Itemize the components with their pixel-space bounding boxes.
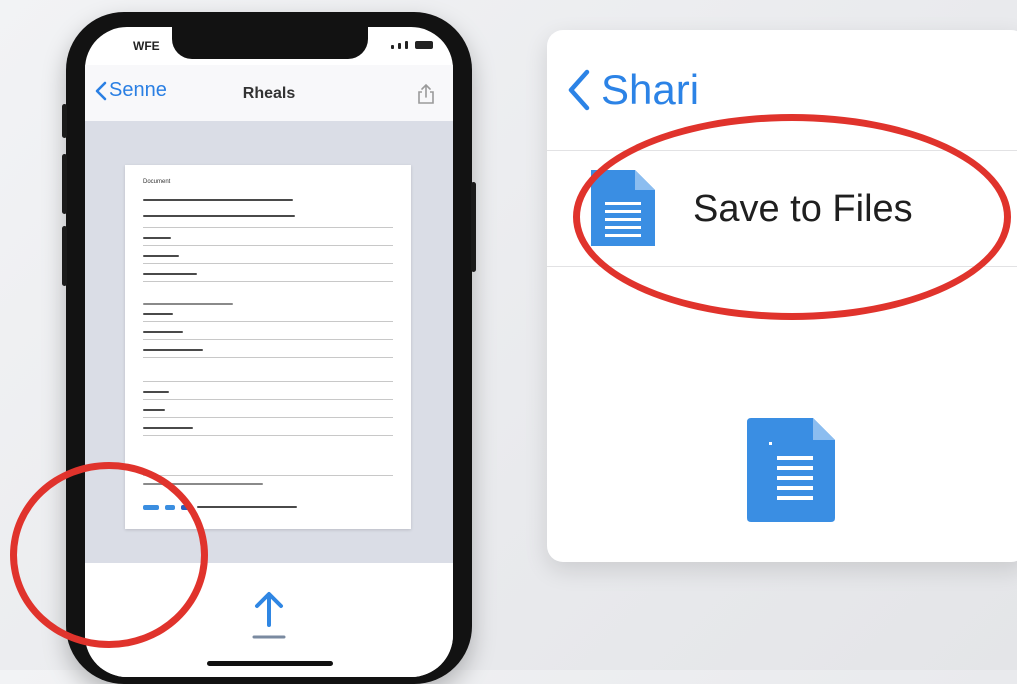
- document-rule: [143, 475, 393, 476]
- annotation-circle: [10, 462, 208, 648]
- document-rule: [143, 435, 393, 436]
- document-line: [143, 199, 293, 201]
- document-line: [143, 409, 165, 411]
- document-line: [143, 427, 193, 429]
- document-rule: [143, 227, 393, 228]
- document-rule: [143, 339, 393, 340]
- document-rule: [143, 321, 393, 322]
- home-indicator: [207, 661, 333, 666]
- volume-down-button: [62, 226, 67, 286]
- document-line: [143, 313, 173, 315]
- signal-icon-bar: [405, 41, 408, 49]
- document-rule: [143, 381, 393, 382]
- document-line: [143, 391, 169, 393]
- document-line: [143, 237, 171, 239]
- document-line: [143, 215, 295, 217]
- notch: [172, 27, 368, 59]
- document-rule: [143, 281, 393, 282]
- document-rule: [143, 245, 393, 246]
- mute-switch: [62, 104, 67, 138]
- document-line: [143, 349, 203, 351]
- document-heading: Document: [143, 179, 171, 185]
- document-file-icon: [743, 416, 839, 531]
- document-line: [143, 303, 233, 305]
- upload-arrow-icon: [252, 592, 286, 639]
- document-rule: [143, 417, 393, 418]
- document-line: [197, 506, 297, 508]
- status-time: WFE: [133, 39, 160, 53]
- share-back-button[interactable]: Shari: [567, 66, 699, 114]
- upload-button[interactable]: [251, 589, 287, 646]
- status-icons: [391, 41, 433, 49]
- page-title: Rheals: [242, 85, 296, 102]
- document-rule: [143, 263, 393, 264]
- signal-icon: [391, 45, 394, 49]
- document-rule: [143, 357, 393, 358]
- volume-up-button: [62, 154, 67, 214]
- document-line: [143, 273, 197, 275]
- document-rule: [143, 399, 393, 400]
- chevron-left-icon: [568, 69, 590, 111]
- annotation-circle-save-to-files: [573, 114, 1011, 320]
- share-button[interactable]: [417, 83, 435, 110]
- battery-icon: [415, 41, 433, 49]
- power-button: [471, 182, 476, 272]
- signal-icon-bar: [398, 43, 401, 49]
- document-page: Document: [125, 165, 411, 529]
- share-back-label: Shari: [601, 66, 700, 113]
- navigation-bar: Senne Rheals: [85, 65, 453, 121]
- document-line: [143, 331, 183, 333]
- share-icon: [418, 83, 434, 104]
- document-line: [143, 255, 179, 257]
